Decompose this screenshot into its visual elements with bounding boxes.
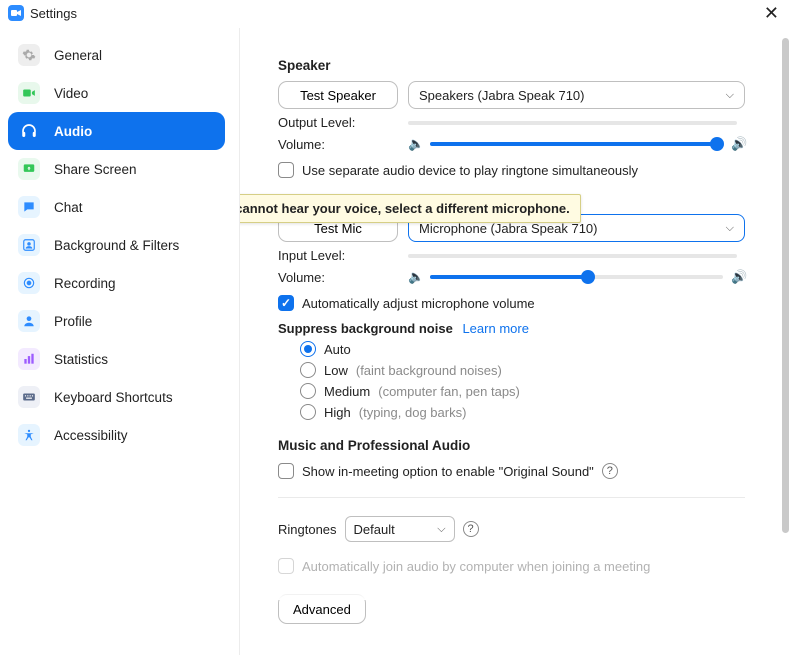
sidebar-item-label: Chat <box>54 200 83 215</box>
sidebar-item-share-screen[interactable]: Share Screen <box>8 150 225 188</box>
video-icon <box>18 82 40 104</box>
mic-tooltip: If you cannot hear your voice, select a … <box>240 194 581 223</box>
auto-join-audio-checkbox[interactable] <box>278 558 294 574</box>
suppress-high-label: High <box>324 405 351 420</box>
sidebar-item-keyboard[interactable]: Keyboard Shortcuts <box>8 378 225 416</box>
suppress-medium-label: Medium <box>324 384 370 399</box>
output-level-meter <box>408 121 737 125</box>
headphones-icon <box>18 120 40 142</box>
mic-volume-label: Volume: <box>278 270 408 285</box>
chevron-down-icon: ⌵ <box>726 89 734 102</box>
gear-icon <box>18 44 40 66</box>
advanced-button[interactable]: Advanced <box>278 594 366 624</box>
section-divider <box>278 497 745 498</box>
chevron-down-icon: ⌵ <box>437 523 445 536</box>
original-sound-checkbox[interactable] <box>278 463 294 479</box>
volume-low-icon: 🔈 <box>408 136 422 152</box>
sidebar-item-label: Background & Filters <box>54 238 179 253</box>
suppress-low-label: Low <box>324 363 348 378</box>
volume-high-icon: 🔊 <box>731 136 745 152</box>
music-heading: Music and Professional Audio <box>278 438 745 453</box>
sidebar-item-label: Share Screen <box>54 162 137 177</box>
speaker-volume-label: Volume: <box>278 137 408 152</box>
sidebar-item-general[interactable]: General <box>8 36 225 74</box>
profile-icon <box>18 310 40 332</box>
scrollbar[interactable] <box>782 38 789 533</box>
sidebar-item-label: Profile <box>54 314 92 329</box>
suppress-low-hint: (faint background noises) <box>356 363 502 378</box>
zoom-logo-icon <box>8 5 24 21</box>
statistics-icon <box>18 348 40 370</box>
accessibility-icon <box>18 424 40 446</box>
auto-adjust-mic-label: Automatically adjust microphone volume <box>302 296 535 311</box>
sidebar-item-statistics[interactable]: Statistics <box>8 340 225 378</box>
input-level-label: Input Level: <box>278 248 408 263</box>
sidebar-item-audio[interactable]: Audio <box>8 112 225 150</box>
keyboard-icon <box>18 386 40 408</box>
original-sound-label: Show in-meeting option to enable "Origin… <box>302 464 594 479</box>
auto-adjust-mic-checkbox[interactable] <box>278 295 294 311</box>
sidebar-item-profile[interactable]: Profile <box>8 302 225 340</box>
background-icon <box>18 234 40 256</box>
mic-volume-slider[interactable] <box>430 275 723 279</box>
chevron-down-icon: ⌵ <box>726 222 734 235</box>
help-icon[interactable]: ? <box>463 521 479 537</box>
chat-icon <box>18 196 40 218</box>
sidebar-item-recording[interactable]: Recording <box>8 264 225 302</box>
auto-join-audio-label: Automatically join audio by computer whe… <box>302 559 650 574</box>
separate-ringtone-label: Use separate audio device to play ringto… <box>302 163 638 178</box>
sidebar-item-chat[interactable]: Chat <box>8 188 225 226</box>
suppress-medium-radio[interactable] <box>300 383 316 399</box>
sidebar-item-label: Recording <box>54 276 116 291</box>
sidebar: General Video Audio Share Screen Chat <box>0 28 240 655</box>
suppress-heading: Suppress background noise <box>278 321 453 336</box>
recording-icon <box>18 272 40 294</box>
output-level-label: Output Level: <box>278 115 408 130</box>
sidebar-item-accessibility[interactable]: Accessibility <box>8 416 225 454</box>
speaker-device-dropdown[interactable]: Speakers (Jabra Speak 710) ⌵ <box>408 81 745 109</box>
speaker-volume-slider[interactable] <box>430 142 723 146</box>
sidebar-item-background[interactable]: Background & Filters <box>8 226 225 264</box>
separate-ringtone-checkbox[interactable] <box>278 162 294 178</box>
suppress-learn-more-link[interactable]: Learn more <box>462 321 528 336</box>
ringtones-label: Ringtones <box>278 522 337 537</box>
window-title: Settings <box>30 6 77 21</box>
volume-high-icon: 🔊 <box>731 269 745 285</box>
ringtones-dropdown[interactable]: Default ⌵ <box>345 516 455 542</box>
suppress-low-radio[interactable] <box>300 362 316 378</box>
sidebar-item-label: Accessibility <box>54 428 128 443</box>
suppress-auto-label: Auto <box>324 342 351 357</box>
sidebar-item-label: Audio <box>54 124 92 139</box>
help-icon[interactable]: ? <box>602 463 618 479</box>
sidebar-item-label: Video <box>54 86 88 101</box>
suppress-auto-radio[interactable] <box>300 341 316 357</box>
volume-low-icon: 🔈 <box>408 269 422 285</box>
sidebar-item-video[interactable]: Video <box>8 74 225 112</box>
speaker-heading: Speaker <box>278 58 745 73</box>
ringtones-value: Default <box>354 522 395 537</box>
sidebar-item-label: Keyboard Shortcuts <box>54 390 173 405</box>
suppress-high-hint: (typing, dog barks) <box>359 405 467 420</box>
share-screen-icon <box>18 158 40 180</box>
suppress-medium-hint: (computer fan, pen taps) <box>378 384 520 399</box>
speaker-device-value: Speakers (Jabra Speak 710) <box>419 88 584 103</box>
sidebar-item-label: General <box>54 48 102 63</box>
sidebar-item-label: Statistics <box>54 352 108 367</box>
test-speaker-button[interactable]: Test Speaker <box>278 81 398 109</box>
suppress-high-radio[interactable] <box>300 404 316 420</box>
input-level-meter <box>408 254 737 258</box>
close-icon[interactable]: ✕ <box>760 2 783 24</box>
